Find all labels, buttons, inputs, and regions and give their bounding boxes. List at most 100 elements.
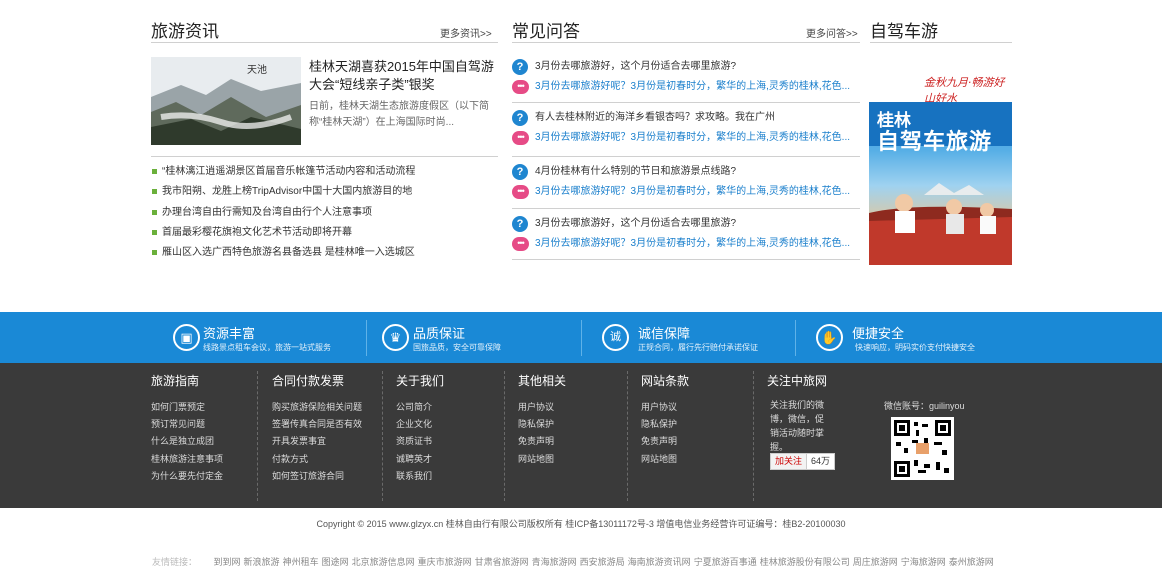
- footer-link[interactable]: 用户协议: [518, 399, 566, 416]
- faq-answer[interactable]: ••• 3月份去哪旅游好呢？3月份是初春时分，繁华的上海,灵秀的桂林,花色...: [512, 128, 860, 148]
- footer-col-guide: 旅游指南 如何门票预定 预订常见问题 什么是独立成团 桂林旅游注意事项 为什么要…: [151, 373, 223, 485]
- faq-divider: [512, 156, 860, 157]
- footer-link[interactable]: 如何签订旅游合同: [272, 468, 362, 485]
- footer-link[interactable]: 付款方式: [272, 451, 362, 468]
- weibo-follow-label: 加关注: [775, 456, 803, 466]
- faq-answer-text: 3月份去哪旅游好呢？3月份是初春时分，繁华的上海,灵秀的桂林,花色...: [535, 186, 851, 197]
- faq-answer[interactable]: ••• 3月份去哪旅游好呢？3月份是初春时分，繁华的上海,灵秀的桂林,花色...: [512, 234, 860, 254]
- wechat-account: 微信账号：guilinyou: [884, 401, 965, 411]
- news-list-item[interactable]: 首届最彩樱花旗袍文化艺术节活动即将开幕: [151, 223, 501, 243]
- friend-link[interactable]: 图途网: [322, 557, 349, 567]
- question-icon: ?: [512, 216, 528, 232]
- faq-question[interactable]: ? 4月份桂林有什么特别的节日和旅游景点线路?: [512, 162, 860, 182]
- news-list-item[interactable]: 办理台湾自由行需知及台湾自由行个人注意事项: [151, 203, 501, 223]
- footer-link[interactable]: 购买旅游保险相关问题: [272, 399, 362, 416]
- friend-link[interactable]: 甘肃省旅游网: [475, 557, 529, 567]
- friend-link[interactable]: 西安旅游局: [580, 557, 625, 567]
- footer-link[interactable]: 网站地图: [641, 451, 689, 468]
- friend-link[interactable]: 重庆市旅游网: [418, 557, 472, 567]
- footer-col-title: 旅游指南: [151, 374, 200, 388]
- faq-answer-text: 3月份去哪旅游好呢？3月份是初春时分，繁华的上海,灵秀的桂林,花色...: [535, 238, 851, 249]
- wechat-qr-code: [891, 417, 954, 480]
- footer-col-terms: 网站条款 用户协议 隐私保护 免责声明 网站地图: [641, 373, 689, 468]
- weibo-follow-button[interactable]: 加关注 64万: [770, 453, 836, 470]
- band-divider: [366, 320, 367, 356]
- footer-link[interactable]: 免责声明: [641, 433, 689, 450]
- friend-link[interactable]: 神州租车: [283, 557, 319, 567]
- answer-bubble-icon: •••: [512, 237, 529, 251]
- footer-link[interactable]: 开具发票事宜: [272, 433, 362, 450]
- band-item-desc: 国旅品质，安全可靠保障: [413, 343, 501, 352]
- faq-question-text: 4月份桂林有什么特别的节日和旅游景点线路?: [535, 166, 737, 177]
- footer-link[interactable]: 网站地图: [518, 451, 566, 468]
- faq-divider: [512, 102, 860, 103]
- band-item-desc: 线路景点租车会议，旅游一站式服务: [203, 343, 331, 352]
- friend-link[interactable]: 宁海旅游网: [901, 557, 946, 567]
- footer-link[interactable]: 诚聘英才: [396, 451, 444, 468]
- friend-link[interactable]: 到到网: [214, 557, 241, 567]
- footer-link[interactable]: 什么是独立成团: [151, 433, 223, 450]
- question-icon: ?: [512, 110, 528, 126]
- faq-divider: [512, 259, 860, 260]
- faq-more-link[interactable]: 更多问答>>: [806, 25, 858, 40]
- news-list-item[interactable]: “桂林漓江逍遥湖景区首届音乐帐篷节活动内容和活动流程: [151, 162, 501, 182]
- footer-col-title: 合同付款发票: [272, 374, 345, 388]
- news-list-item[interactable]: 我市阳朔、龙胜上榜TripAdvisor中国十大国内旅游目的地: [151, 182, 501, 202]
- footer-col-follow: 关注中旅网: [767, 373, 827, 393]
- friend-link[interactable]: 北京旅游信息网: [352, 557, 415, 567]
- footer-link[interactable]: 桂林旅游注意事项: [151, 451, 223, 468]
- friend-links: 友情链接： 到到网 新浪旅游 神州租车 图途网 北京旅游信息网 重庆市旅游网 甘肃省旅游网青…: [152, 555, 997, 568]
- handshake-icon: ✋: [816, 324, 843, 351]
- band-divider: [581, 320, 582, 356]
- news-feature-title[interactable]: 桂林天湖喜获2015年中国自驾游大会“短线亲子类”银奖: [309, 58, 504, 94]
- faq-answer[interactable]: ••• 3月份去哪旅游好呢？3月份是初春时分，繁华的上海,灵秀的桂林,花色...: [512, 182, 860, 202]
- svg-text:天池: 天池: [247, 63, 267, 76]
- footer-link[interactable]: 如何门票预定: [151, 399, 223, 416]
- faq-question[interactable]: ? 3月份去哪旅游好，这个月份适合去哪里旅游?: [512, 57, 860, 77]
- friend-links-list: 到到网 新浪旅游 神州租车 图途网 北京旅游信息网 重庆市旅游网 甘肃省旅游网 青海旅游网 西安…: [214, 557, 997, 567]
- friend-link[interactable]: 桂林旅游股份有限公司: [760, 557, 850, 567]
- friend-link[interactable]: 海南旅游资讯网: [628, 557, 691, 567]
- footer-link[interactable]: 公司简介: [396, 399, 444, 416]
- faq-answer-text: 3月份去哪旅游好呢？3月份是初春时分，繁华的上海,灵秀的桂林,花色...: [535, 132, 851, 143]
- footer-link[interactable]: 联系我们: [396, 468, 444, 485]
- ad-main-text: 自驾车旅游: [877, 129, 993, 154]
- band-item-title: 品质保证: [413, 326, 466, 341]
- faq-question-text: 3月份去哪旅游好，这个月份适合去哪里旅游?: [535, 61, 737, 72]
- footer-divider: [627, 371, 628, 501]
- friend-links-label: 友情链接：: [152, 557, 198, 567]
- weibo-follower-count: 64万: [806, 454, 835, 469]
- footer-link[interactable]: 用户协议: [641, 399, 689, 416]
- footer-link[interactable]: 为什么要先付定金: [151, 468, 223, 485]
- footer-divider: [504, 371, 505, 501]
- footer-link[interactable]: 免责声明: [518, 433, 566, 450]
- footer-link[interactable]: 隐私保护: [641, 416, 689, 433]
- footer-link[interactable]: 企业文化: [396, 416, 444, 433]
- band-item-title: 资源丰富: [203, 326, 256, 341]
- shield-icon: 诚: [602, 324, 629, 351]
- footer-col-title: 网站条款: [641, 374, 690, 388]
- friend-link[interactable]: 周庄旅游网: [853, 557, 898, 567]
- question-icon: ?: [512, 164, 528, 180]
- footer-link[interactable]: 预订常见问题: [151, 416, 223, 433]
- faq-answer[interactable]: ••• 3月份去哪旅游好呢？3月份是初春时分，繁华的上海,灵秀的桂林,花色...: [512, 77, 860, 97]
- friend-link[interactable]: 泰州旅游网: [949, 557, 994, 567]
- news-more-link[interactable]: 更多资讯>>: [440, 25, 492, 40]
- faq-question[interactable]: ? 有人去桂林附近的海洋乡看银杏吗？求攻略。我在广州: [512, 108, 860, 128]
- faq-question[interactable]: ? 3月份去哪旅游好，这个月份适合去哪里旅游?: [512, 214, 860, 234]
- news-list-item[interactable]: 雁山区入选广西特色旅游名县备选县 是桂林唯一入选城区: [151, 243, 501, 263]
- news-feature-image[interactable]: 天池: [151, 57, 301, 145]
- footer-divider: [753, 371, 754, 501]
- friend-link[interactable]: 青海旅游网: [532, 557, 577, 567]
- friend-link[interactable]: 宁夏旅游百事通: [694, 557, 757, 567]
- selfdrive-ad-banner[interactable]: 金秋九月·畅游好山好水 桂林 自驾车旅游: [869, 56, 1012, 265]
- footer-link[interactable]: 签署传真合同是否有效: [272, 416, 362, 433]
- footer-link[interactable]: 隐私保护: [518, 416, 566, 433]
- selfdrive-title-divider: [870, 42, 1012, 43]
- friend-link[interactable]: 新浪旅游: [244, 557, 280, 567]
- follow-description: 关注我们的微博，微信，促销活动随时掌握。: [770, 400, 825, 452]
- footer-link[interactable]: 资质证书: [396, 433, 444, 450]
- ad-car-illustration: [869, 183, 1012, 265]
- trophy-icon: ♛: [382, 324, 409, 351]
- briefcase-icon: ▣: [173, 324, 200, 351]
